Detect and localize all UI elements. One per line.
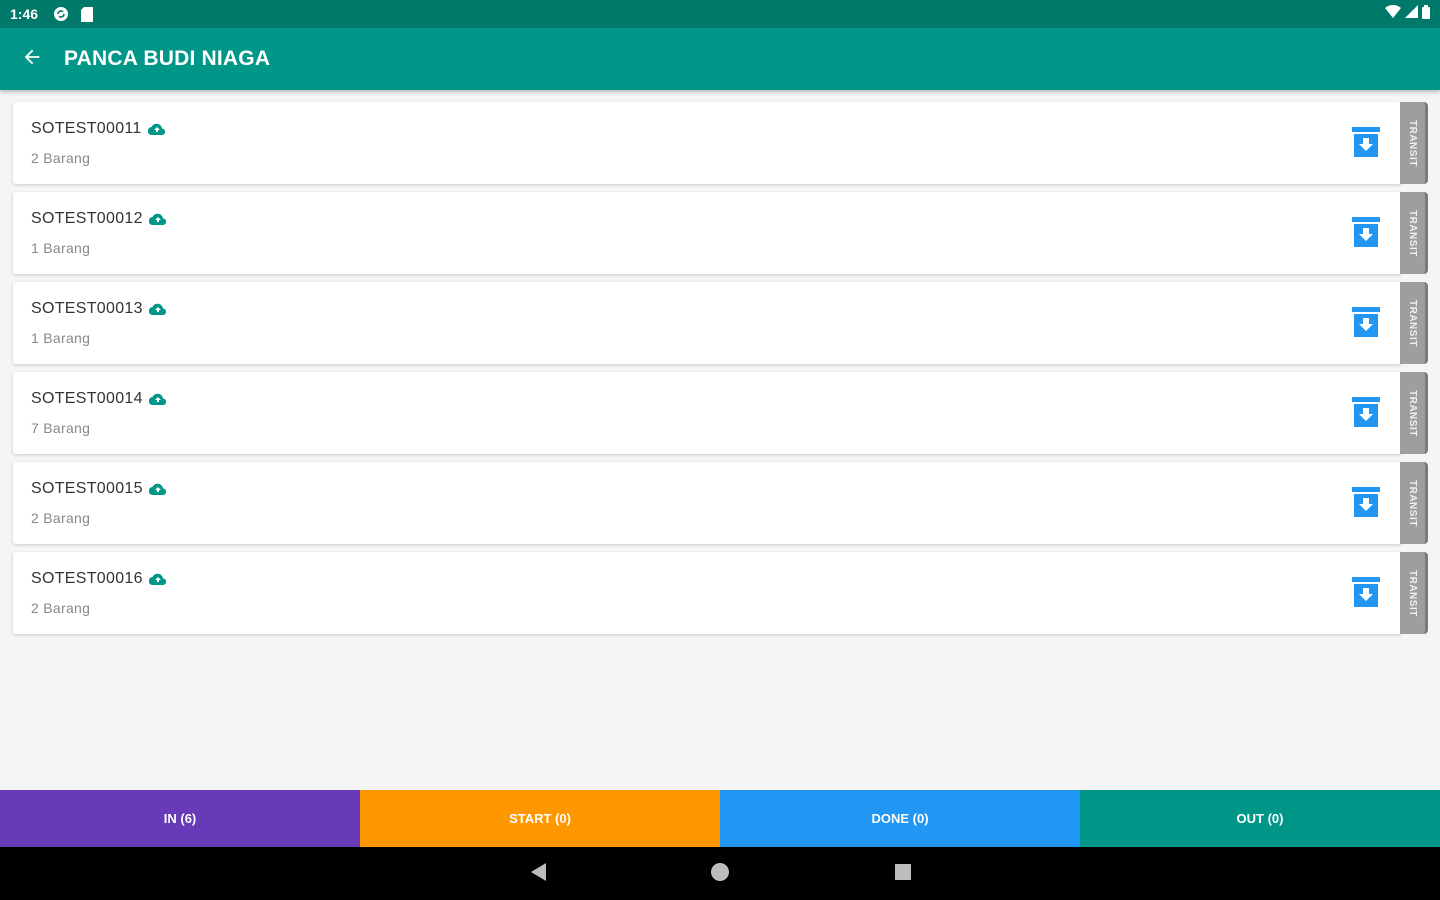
- nav-home-button[interactable]: [707, 861, 733, 887]
- item-count: 7 Barang: [31, 420, 91, 436]
- archive-button[interactable]: [1350, 126, 1382, 162]
- transit-status-tab[interactable]: TRANSIT: [1400, 192, 1428, 274]
- order-card[interactable]: SOTEST00013 1 Barang: [13, 282, 1402, 364]
- sd-card-icon: [78, 5, 96, 23]
- square-recents-icon: [894, 863, 912, 886]
- transit-status-tab[interactable]: TRANSIT: [1400, 552, 1428, 634]
- status-bar: 1:46: [0, 0, 1440, 28]
- list-item: SOTEST00015 2 Barang TRANSIT: [0, 462, 1440, 544]
- order-card[interactable]: SOTEST00014 7 Barang: [13, 372, 1402, 454]
- order-title-line: SOTEST00016: [31, 570, 169, 588]
- order-title-line: SOTEST00012: [31, 210, 169, 228]
- order-number: SOTEST00014: [31, 390, 143, 407]
- item-count: 1 Barang: [31, 240, 91, 256]
- transit-label: TRANSIT: [1407, 209, 1418, 257]
- list-item: SOTEST00014 7 Barang TRANSIT: [0, 372, 1440, 454]
- order-card[interactable]: SOTEST00015 2 Barang: [13, 462, 1402, 544]
- archive-button[interactable]: [1350, 396, 1382, 432]
- order-number: SOTEST00016: [31, 570, 143, 587]
- cloud-upload-icon: [148, 302, 169, 316]
- archive-button[interactable]: [1350, 216, 1382, 252]
- archive-button[interactable]: [1350, 576, 1382, 612]
- status-time: 1:46: [10, 6, 39, 22]
- order-list: SOTEST00011 2 Barang TRANSIT SOTEST00012: [0, 90, 1440, 642]
- transit-label: TRANSIT: [1407, 389, 1418, 437]
- transit-status-tab[interactable]: TRANSIT: [1400, 462, 1428, 544]
- archive-download-icon: [1352, 216, 1380, 252]
- order-title-line: SOTEST00011: [31, 120, 168, 138]
- order-card[interactable]: SOTEST00011 2 Barang: [13, 102, 1402, 184]
- tab-out[interactable]: OUT (0): [1080, 790, 1440, 847]
- archive-download-icon: [1352, 576, 1380, 612]
- transit-label: TRANSIT: [1407, 569, 1418, 617]
- archive-download-icon: [1352, 306, 1380, 342]
- transit-label: TRANSIT: [1407, 479, 1418, 527]
- order-number: SOTEST00012: [31, 210, 143, 227]
- item-count: 2 Barang: [31, 600, 91, 616]
- list-item: SOTEST00012 1 Barang TRANSIT: [0, 192, 1440, 274]
- transit-status-tab[interactable]: TRANSIT: [1400, 372, 1428, 454]
- cloud-upload-icon: [148, 212, 169, 226]
- order-title-line: SOTEST00015: [31, 480, 169, 498]
- tab-in[interactable]: IN (6): [0, 790, 360, 847]
- triangle-back-icon: [529, 862, 547, 887]
- cloud-upload-icon: [147, 122, 168, 136]
- order-number: SOTEST00011: [31, 120, 142, 137]
- cloud-upload-icon: [148, 572, 169, 586]
- wifi-icon: [1385, 4, 1401, 23]
- order-number: SOTEST00015: [31, 480, 143, 497]
- order-card[interactable]: SOTEST00012 1 Barang: [13, 192, 1402, 274]
- signal-icon: [1405, 5, 1418, 23]
- archive-download-icon: [1352, 396, 1380, 432]
- transit-status-tab[interactable]: TRANSIT: [1400, 282, 1428, 364]
- tab-start[interactable]: START (0): [360, 790, 720, 847]
- cloud-upload-icon: [148, 392, 169, 406]
- battery-icon: [1422, 4, 1430, 24]
- bottom-tabs: IN (6) START (0) DONE (0) OUT (0): [0, 790, 1440, 847]
- status-right-icons: [1385, 4, 1430, 24]
- list-item: SOTEST00013 1 Barang TRANSIT: [0, 282, 1440, 364]
- app-bar: PANCA BUDI NIAGA: [0, 28, 1440, 90]
- list-item: SOTEST00016 2 Barang TRANSIT: [0, 552, 1440, 634]
- archive-download-icon: [1352, 486, 1380, 522]
- arrow-left-icon: [21, 46, 43, 73]
- item-count: 2 Barang: [31, 510, 91, 526]
- transit-label: TRANSIT: [1407, 299, 1418, 347]
- item-count: 1 Barang: [31, 330, 91, 346]
- transit-status-tab[interactable]: TRANSIT: [1400, 102, 1428, 184]
- order-title-line: SOTEST00014: [31, 390, 169, 408]
- archive-button[interactable]: [1350, 486, 1382, 522]
- nav-recents-button[interactable]: [890, 861, 916, 887]
- item-count: 2 Barang: [31, 150, 91, 166]
- archive-download-icon: [1352, 126, 1380, 162]
- order-number: SOTEST00013: [31, 300, 143, 317]
- list-item: SOTEST00011 2 Barang TRANSIT: [0, 102, 1440, 184]
- nav-back-button[interactable]: [525, 861, 551, 887]
- order-title-line: SOTEST00013: [31, 300, 169, 318]
- circle-home-icon: [710, 862, 730, 887]
- page-title: PANCA BUDI NIAGA: [64, 47, 271, 70]
- sync-icon: [52, 5, 70, 23]
- cloud-upload-icon: [148, 482, 169, 496]
- order-card[interactable]: SOTEST00016 2 Barang: [13, 552, 1402, 634]
- system-nav-bar: [0, 847, 1440, 900]
- transit-label: TRANSIT: [1407, 119, 1418, 167]
- tab-done[interactable]: DONE (0): [720, 790, 1080, 847]
- archive-button[interactable]: [1350, 306, 1382, 342]
- back-button[interactable]: [12, 39, 52, 79]
